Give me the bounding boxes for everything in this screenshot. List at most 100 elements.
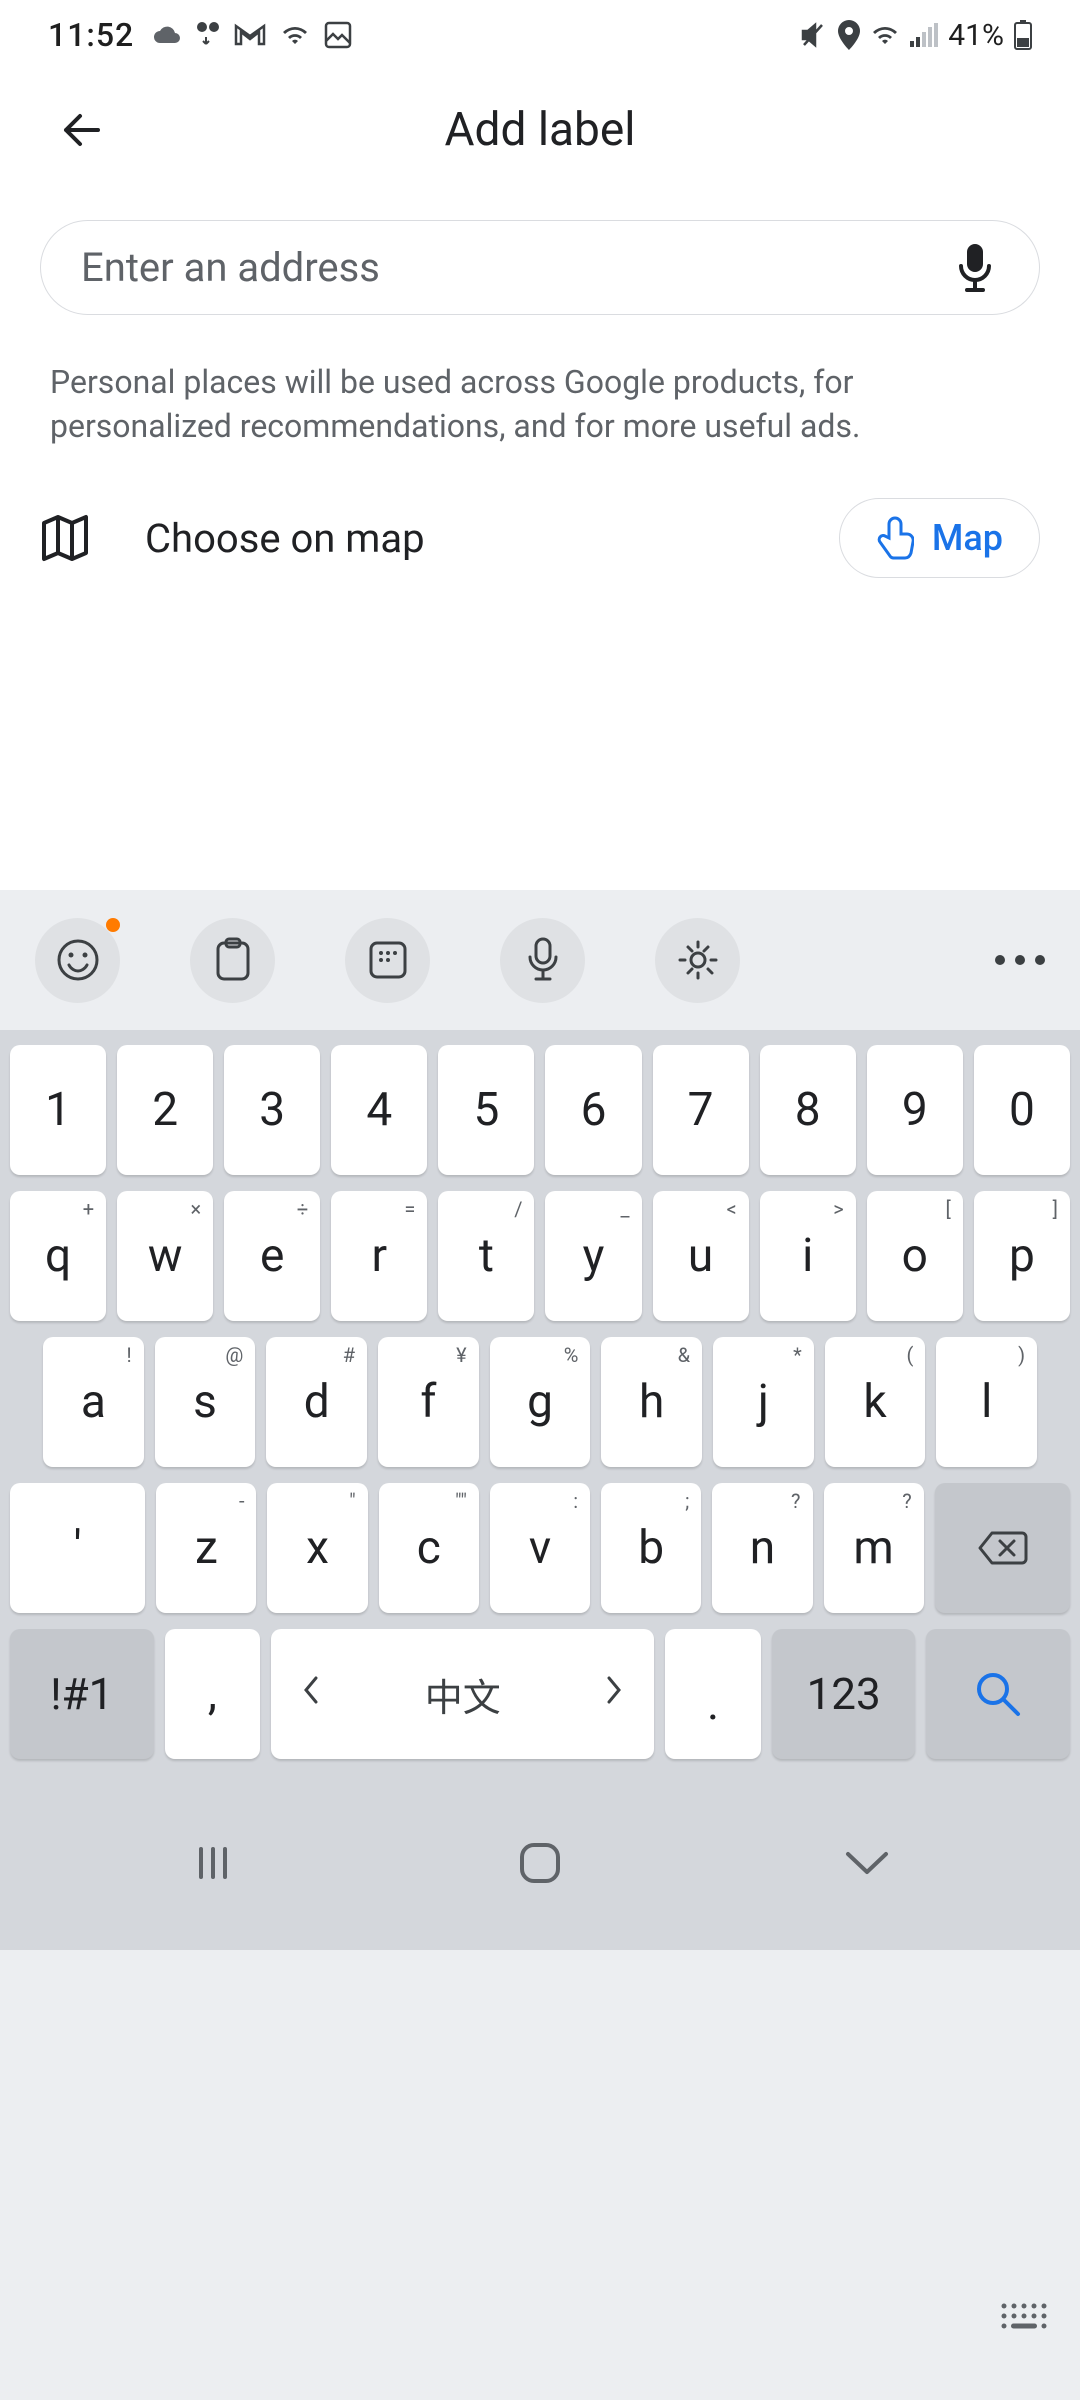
- key-a[interactable]: !a: [43, 1337, 144, 1467]
- battery-icon: [1014, 20, 1032, 50]
- key-space[interactable]: 中文: [271, 1629, 654, 1759]
- kb-row-bottom: !#1 , 中文 . 123: [10, 1629, 1070, 1759]
- address-search-box[interactable]: [40, 220, 1040, 315]
- key-backspace[interactable]: [935, 1483, 1070, 1613]
- key-0[interactable]: 0: [974, 1045, 1070, 1175]
- kb-row-1: 1 2 3 4 5 6 7 8 9 0: [10, 1045, 1070, 1175]
- key-8[interactable]: 8: [760, 1045, 856, 1175]
- key-9[interactable]: 9: [867, 1045, 963, 1175]
- status-left: 11:52: [48, 16, 352, 54]
- arrow-left-icon: [56, 104, 108, 156]
- key-numeric[interactable]: 123: [772, 1629, 916, 1759]
- key-g[interactable]: %g: [490, 1337, 591, 1467]
- key-j[interactable]: *j: [713, 1337, 814, 1467]
- wifi-icon: [280, 23, 310, 47]
- key-3[interactable]: 3: [224, 1045, 320, 1175]
- key-m[interactable]: ?m: [824, 1483, 924, 1613]
- key-7[interactable]: 7: [653, 1045, 749, 1175]
- search-icon: [973, 1669, 1023, 1719]
- key-symbols[interactable]: !#1: [10, 1629, 154, 1759]
- key-b[interactable]: ;b: [601, 1483, 701, 1613]
- home-icon: [518, 1841, 562, 1885]
- key-2[interactable]: 2: [117, 1045, 213, 1175]
- recents-icon: [193, 1843, 233, 1883]
- key-q[interactable]: +q: [10, 1191, 106, 1321]
- key-l[interactable]: )l: [936, 1337, 1037, 1467]
- key-n[interactable]: ?n: [712, 1483, 812, 1613]
- status-right: 41%: [800, 18, 1032, 53]
- key-d[interactable]: #d: [266, 1337, 367, 1467]
- battery-text: 41%: [948, 18, 1004, 53]
- microphone-icon: [955, 242, 995, 294]
- map-button-label: Map: [932, 517, 1003, 559]
- status-time: 11:52: [48, 16, 134, 54]
- key-o[interactable]: [o: [867, 1191, 963, 1321]
- key-h[interactable]: &h: [601, 1337, 702, 1467]
- status-bar: 11:52 41%: [0, 0, 1080, 70]
- key-v[interactable]: :v: [490, 1483, 590, 1613]
- backspace-icon: [976, 1529, 1028, 1567]
- key-e[interactable]: ÷e: [224, 1191, 320, 1321]
- chevron-down-icon: [842, 1848, 892, 1878]
- sticker-icon: [367, 939, 409, 981]
- cloud-icon: [148, 23, 182, 47]
- kb-row-2: +q ×w ÷e =r /t _y <u >i [o ]p: [10, 1191, 1070, 1321]
- key-c[interactable]: ""c: [379, 1483, 479, 1613]
- key-search[interactable]: [926, 1629, 1070, 1759]
- key-5[interactable]: 5: [438, 1045, 534, 1175]
- key-1[interactable]: 1: [10, 1045, 106, 1175]
- keyboard-toolbar: [0, 890, 1080, 1030]
- key-u[interactable]: <u: [653, 1191, 749, 1321]
- wifi-icon-2: [870, 23, 900, 47]
- notification-dot: [106, 918, 120, 932]
- choose-on-map-label: Choose on map: [145, 515, 784, 562]
- page-title: Add label: [124, 103, 956, 157]
- key-p[interactable]: ]p: [974, 1191, 1070, 1321]
- key-y[interactable]: _y: [545, 1191, 641, 1321]
- kb-row-3: !a @s #d ¥f %g &h *j (k )l: [10, 1337, 1070, 1467]
- key-period[interactable]: .: [665, 1629, 761, 1759]
- choose-on-map-row[interactable]: Choose on map Map: [0, 448, 1080, 578]
- key-t[interactable]: /t: [438, 1191, 534, 1321]
- back-nav-button[interactable]: [812, 1833, 922, 1893]
- gear-icon: [676, 938, 720, 982]
- emoji-button[interactable]: [35, 918, 120, 1003]
- chevron-right-icon: [604, 1672, 624, 1716]
- keyboard-collapse-button[interactable]: [998, 2300, 1050, 2340]
- keyboard-keys: 1 2 3 4 5 6 7 8 9 0 +q ×w ÷e =r /t _y <u…: [0, 1030, 1080, 1950]
- key-k[interactable]: (k: [825, 1337, 926, 1467]
- voice-input-button[interactable]: [500, 918, 585, 1003]
- search-container: [0, 190, 1080, 315]
- keyboard-icon: [998, 2300, 1050, 2336]
- info-text: Personal places will be used across Goog…: [0, 315, 1080, 448]
- key-6[interactable]: 6: [545, 1045, 641, 1175]
- key-r[interactable]: =r: [331, 1191, 427, 1321]
- back-button[interactable]: [40, 88, 124, 172]
- key-i[interactable]: >i: [760, 1191, 856, 1321]
- clipboard-button[interactable]: [190, 918, 275, 1003]
- soft-keyboard: 1 2 3 4 5 6 7 8 9 0 +q ×w ÷e =r /t _y <u…: [0, 890, 1080, 2400]
- key-apostrophe[interactable]: ': [10, 1483, 145, 1613]
- settings-button[interactable]: [655, 918, 740, 1003]
- clipboard-icon: [213, 937, 253, 983]
- touch-icon: [876, 516, 914, 560]
- signal-icon: [910, 23, 938, 47]
- location-icon: [838, 20, 860, 50]
- key-f[interactable]: ¥f: [378, 1337, 479, 1467]
- map-button[interactable]: Map: [839, 498, 1040, 578]
- mute-icon: [800, 21, 828, 49]
- address-input[interactable]: [81, 244, 931, 291]
- key-4[interactable]: 4: [331, 1045, 427, 1175]
- navigation-bar: [10, 1775, 1070, 1950]
- key-w[interactable]: ×w: [117, 1191, 213, 1321]
- sticker-button[interactable]: [345, 918, 430, 1003]
- mic-button[interactable]: [951, 244, 999, 292]
- recents-button[interactable]: [158, 1833, 268, 1893]
- key-s[interactable]: @s: [155, 1337, 256, 1467]
- map-icon: [40, 513, 90, 563]
- key-z[interactable]: -z: [156, 1483, 256, 1613]
- home-button[interactable]: [485, 1833, 595, 1893]
- more-button[interactable]: [995, 955, 1045, 965]
- key-x[interactable]: "x: [267, 1483, 367, 1613]
- key-comma[interactable]: ,: [165, 1629, 261, 1759]
